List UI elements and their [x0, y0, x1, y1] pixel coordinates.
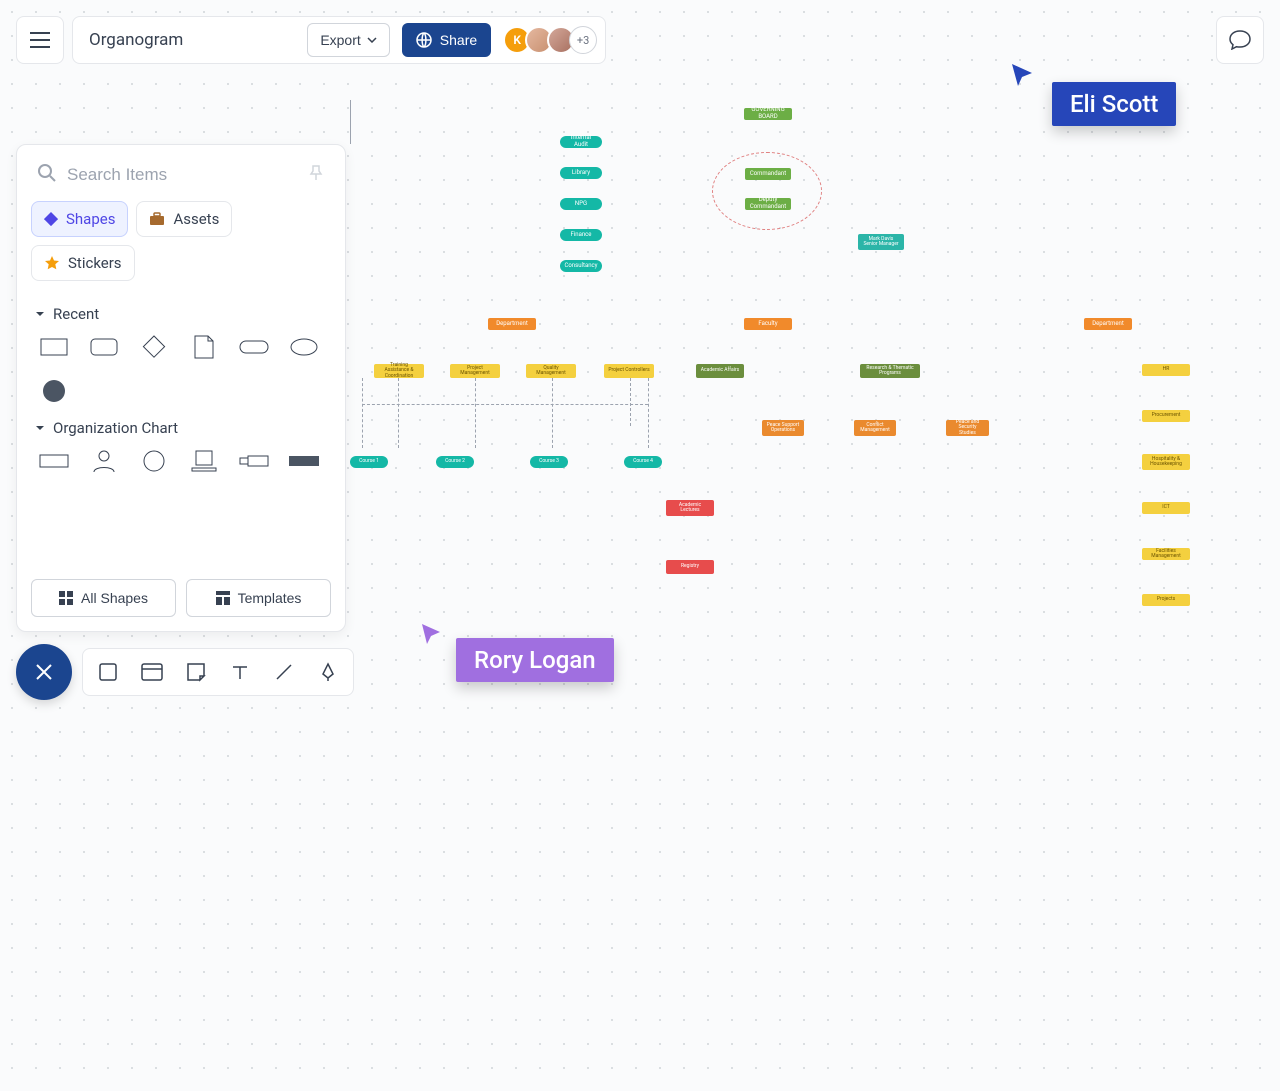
node-deputy[interactable]: Deputy Commandant: [745, 198, 791, 210]
avatar-more[interactable]: +3: [569, 26, 597, 54]
tool-pen[interactable]: [313, 657, 343, 687]
shape-page[interactable]: [187, 333, 221, 361]
close-panel-button[interactable]: [16, 644, 72, 700]
node-yellow[interactable]: Project Management: [450, 364, 500, 378]
shape-rounded-rect[interactable]: [87, 333, 121, 361]
node-pill[interactable]: Library: [560, 167, 602, 179]
node-pill[interactable]: Finance: [560, 229, 602, 241]
section-orgchart[interactable]: Organization Chart: [35, 419, 331, 437]
star-icon: [44, 255, 60, 271]
recent-shapes: [31, 333, 331, 405]
node-faculty[interactable]: Faculty: [744, 318, 792, 330]
shape-tag[interactable]: [237, 447, 271, 475]
node-orange[interactable]: Peace and Security Studies: [946, 420, 989, 436]
node-commandant[interactable]: Commandant: [745, 168, 791, 180]
hamburger-icon: [30, 32, 50, 48]
node-pill[interactable]: NPG: [560, 198, 602, 210]
all-shapes-button[interactable]: All Shapes: [31, 579, 176, 617]
shape-filled-circle[interactable]: [37, 377, 71, 405]
node-right[interactable]: Hospitality & Housekeeping: [1142, 454, 1190, 470]
collaborator-avatars[interactable]: K +3: [503, 26, 597, 54]
cursor-label: Rory Logan: [456, 638, 614, 682]
grid-icon: [59, 591, 73, 605]
shape-rectangle[interactable]: [37, 333, 71, 361]
node-department[interactable]: Department: [1084, 318, 1132, 330]
share-button[interactable]: Share: [402, 23, 491, 57]
node-right[interactable]: HR: [1142, 364, 1190, 376]
shape-stack[interactable]: [187, 447, 221, 475]
node-orange[interactable]: Conflict Management: [854, 420, 896, 436]
chevron-down-icon: [35, 310, 45, 318]
node-right[interactable]: ICT: [1142, 502, 1190, 514]
shape-person[interactable]: [87, 447, 121, 475]
export-button[interactable]: Export: [307, 23, 389, 57]
tab-stickers[interactable]: Stickers: [31, 245, 135, 281]
shape-diamond[interactable]: [137, 333, 171, 361]
tool-sticky[interactable]: [181, 657, 211, 687]
node-pill[interactable]: Internal Audit: [560, 136, 602, 148]
node-olive[interactable]: Academic Affairs: [696, 364, 744, 378]
node-course[interactable]: Course 3: [530, 456, 568, 468]
search-input[interactable]: [67, 165, 297, 185]
document-title[interactable]: Organogram: [89, 30, 183, 50]
diamond-icon: [44, 212, 58, 226]
node-course[interactable]: Course 2: [436, 456, 474, 468]
node-department[interactable]: Department: [488, 318, 536, 330]
node-olive[interactable]: Research & Thematic Programs: [860, 364, 920, 378]
shape-circle[interactable]: [137, 447, 171, 475]
chevron-down-icon: [367, 37, 377, 43]
canvas[interactable]: GOVERNING BOARD Commandant Deputy Comman…: [350, 100, 1270, 620]
close-icon: [35, 663, 53, 681]
shape-filled-bar[interactable]: [287, 447, 321, 475]
briefcase-icon: [149, 212, 165, 226]
node-yellow[interactable]: Project Controllers: [604, 364, 654, 378]
node-right[interactable]: Procurement: [1142, 410, 1190, 422]
node-yellow[interactable]: Quality Management: [526, 364, 576, 378]
shapes-panel: Shapes Assets Stickers Recent Organizati…: [16, 144, 346, 632]
shape-ellipse[interactable]: [287, 333, 321, 361]
tool-text[interactable]: [225, 657, 255, 687]
menu-button[interactable]: [16, 16, 64, 64]
node-red[interactable]: Academic Lectures: [666, 500, 714, 516]
orgchart-shapes: [31, 447, 331, 475]
node-pill[interactable]: Consultancy: [560, 260, 602, 272]
node-orange[interactable]: Peace Support Operations: [762, 420, 804, 436]
tool-card[interactable]: [137, 657, 167, 687]
node-yellow[interactable]: Training Assistance & Coordination: [374, 364, 424, 378]
cursor-label: Eli Scott: [1052, 82, 1176, 126]
collaborator-cursor-eli: Eli Scott: [1010, 62, 1176, 126]
layout-icon: [216, 591, 230, 605]
node-right[interactable]: Projects: [1142, 594, 1190, 606]
tab-assets[interactable]: Assets: [136, 201, 232, 237]
speech-bubble-icon: [1229, 30, 1251, 50]
node-red[interactable]: Registry: [666, 560, 714, 574]
collaborator-cursor-rory: Rory Logan: [420, 622, 614, 682]
node-right[interactable]: Facilities Management: [1142, 548, 1190, 560]
globe-icon: [416, 32, 432, 48]
pin-icon[interactable]: [307, 164, 325, 186]
chevron-down-icon: [35, 424, 45, 432]
shape-pill[interactable]: [237, 333, 271, 361]
tool-line[interactable]: [269, 657, 299, 687]
node-assistant[interactable]: Mark Davis Senior Manager: [858, 234, 904, 250]
shape-org-box[interactable]: [37, 447, 71, 475]
comment-button[interactable]: [1216, 16, 1264, 64]
tool-strip: [82, 648, 354, 696]
templates-button[interactable]: Templates: [186, 579, 331, 617]
node-course[interactable]: Course 1: [350, 456, 388, 468]
tool-rect[interactable]: [93, 657, 123, 687]
title-bar: Organogram Export Share K +3: [72, 16, 606, 64]
node-governing-board[interactable]: GOVERNING BOARD: [744, 108, 792, 120]
search-icon: [37, 163, 57, 187]
tab-shapes[interactable]: Shapes: [31, 201, 128, 237]
section-recent[interactable]: Recent: [35, 305, 331, 323]
node-course[interactable]: Course 4: [624, 456, 662, 468]
